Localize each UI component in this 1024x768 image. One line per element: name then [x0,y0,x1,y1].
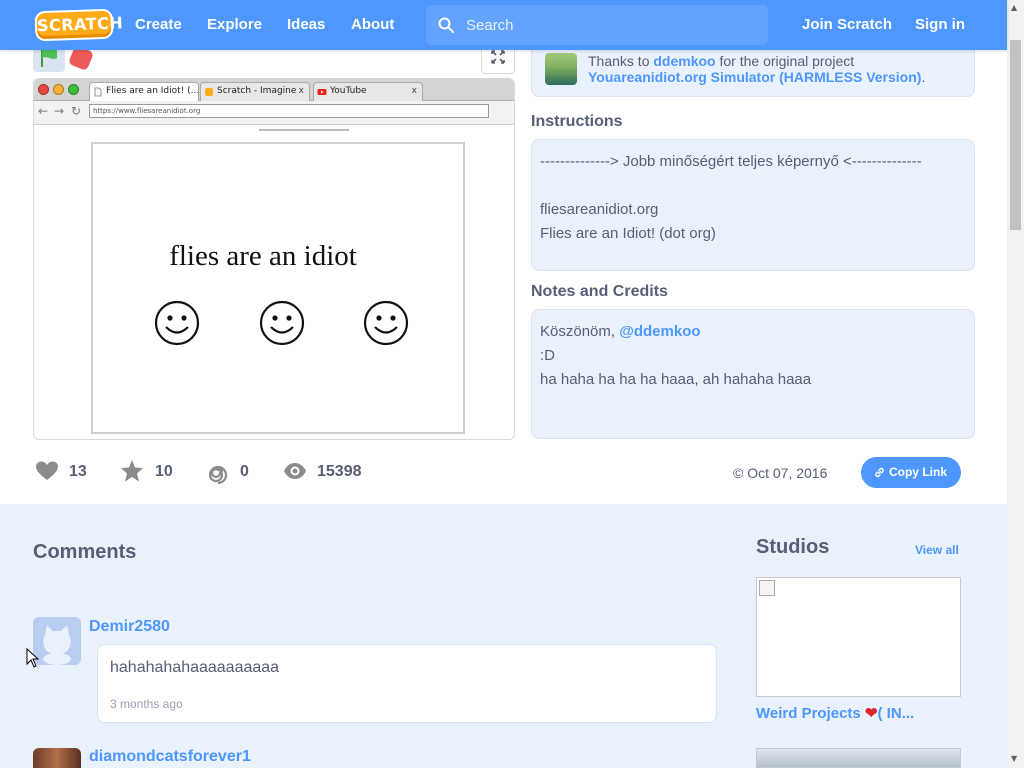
cat-avatar-icon [43,625,71,665]
eye-icon [284,463,306,479]
remix-project-link[interactable]: Youareanidiot.org Simulator (HARMLESS Ve… [588,69,921,85]
close-dot [38,84,49,95]
stage-title-text: flies are an idiot [169,240,357,272]
remix-prefix: Thanks to [588,53,650,69]
instructions-title: Instructions [531,113,623,130]
mouse-cursor-icon [26,648,40,668]
scrollbar-thumb[interactable] [1010,40,1021,230]
stage-tab-label: Scratch - Imagine [217,86,297,96]
back-arrow-icon: ← [38,104,49,118]
smiley-icon [363,300,409,346]
search-box[interactable] [426,5,768,45]
scroll-up-icon[interactable]: ▲ [1011,3,1017,12]
comments-title: Comments [33,541,137,563]
notes-line: ha haha ha ha ha haaa, ah hahaha haaa [540,371,812,388]
link-icon [875,467,884,478]
copy-link-button[interactable]: Copy Link [861,457,961,488]
studio-name: Weird Projects [756,705,861,722]
maximize-dot [68,84,79,95]
instructions-line [540,174,966,198]
comment-username[interactable]: diamondcatsforever1 [89,748,251,766]
scroll-down-icon[interactable]: ▼ [1011,754,1017,763]
remix-middle: for the original project [719,53,855,69]
tab-close-icon: x [298,86,304,96]
stage-tab-label: Flies are an Idiot! (... [106,86,199,96]
heart-icon[interactable] [34,458,60,484]
favorite-count: 10 [155,463,173,480]
shared-date: © Oct 07, 2016 [733,465,827,481]
smiley-icon [259,300,305,346]
instructions-line: --------------> Jobb minőségért teljes k… [540,153,922,170]
stage-browser-addressbar: ← → ↻ https://www.fliesareanidiot.org [34,101,514,125]
document-icon [94,87,102,97]
instructions-box: --------------> Jobb minőségért teljes k… [531,139,975,271]
forward-arrow-icon: → [54,104,65,118]
nav-ideas[interactable]: Ideas [287,0,325,50]
stage-url: https://www.fliesareanidiot.org [89,104,489,118]
search-icon [438,17,454,33]
studios-title: Studios [756,536,830,558]
join-scratch-link[interactable]: Join Scratch [802,0,892,50]
stage-inner-window: flies are an idiot [91,142,465,434]
original-project-thumbnail[interactable] [545,53,577,85]
stage-browser-tabbar: Flies are an Idiot! (... Scratch - Imagi… [34,79,514,101]
notes-line: Köszönöm, @ddemkoo [540,320,966,344]
remix-count: 0 [240,463,249,480]
notes-mention-link[interactable]: @ddemkoo [619,323,700,340]
comment-username[interactable]: Demir2580 [89,618,170,636]
studio-name-link[interactable]: Weird Projects ❤( IN... [756,704,914,722]
remix-credit-text: Thanks to ddemkoo for the original proje… [588,53,925,85]
stage-tab-flies: Flies are an Idiot! (... [89,82,199,101]
sign-in-link[interactable]: Sign in [915,0,965,50]
instructions-line: fliesareanidiot.org [540,201,659,218]
heart-emoji-icon: ❤ [864,705,878,722]
comment-time: 3 months ago [110,697,183,711]
project-stage[interactable]: Flies are an Idiot! (... Scratch - Imagi… [33,78,515,440]
remix-swirl-icon [208,465,228,484]
notes-line: :D [540,347,555,364]
remix-suffix: . [921,69,926,85]
love-count: 13 [69,463,87,480]
copyright-icon: © [733,465,744,481]
notes-thanks: Köszönöm, [540,323,616,340]
studio-thumbnail[interactable] [756,577,961,697]
stage-divider [259,129,349,131]
nav-create[interactable]: Create [135,0,182,50]
star-icon[interactable] [119,458,145,484]
view-count: 15398 [317,463,362,480]
date-value: Oct 07, 2016 [747,465,828,481]
minimize-dot [53,84,64,95]
copy-link-label: Copy Link [888,465,947,479]
top-navbar: SCRATCH Create Explore Ideas About Join … [0,0,1007,50]
broken-image-icon [759,580,775,596]
page-scrollbar[interactable]: ▲ ▼ [1007,0,1024,768]
scratch-favicon-icon [205,88,213,96]
remix-author-link[interactable]: ddemkoo [653,53,715,69]
project-header-area: Flies are an Idiot! (... Scratch - Imagi… [0,40,1007,504]
smiley-icon [154,300,200,346]
comment-bubble: hahahahahaaaaaaaaaa 3 months ago [97,644,717,723]
search-input[interactable] [466,5,756,45]
notes-title: Notes and Credits [531,283,668,300]
notes-box: Köszönöm, @ddemkoo :D ha haha ha ha ha h… [531,309,975,439]
studio-thumbnail[interactable] [756,748,961,768]
studio-name-suffix: ( IN... [877,705,915,722]
stage-tab-label: YouTube [330,86,367,96]
avatar[interactable] [33,617,81,665]
view-all-studios-link[interactable]: View all [915,543,959,557]
instructions-line: Flies are an Idiot! (dot org) [540,225,716,242]
stage-tab-scratch: Scratch - Imagine x [200,82,310,101]
avatar[interactable] [33,748,81,768]
comment-text: hahahahahaaaaaaaaaa [110,659,280,676]
scratch-logo[interactable]: SCRATCH [34,8,124,42]
stage-tab-youtube: YouTube x [313,82,423,101]
reload-icon: ↻ [71,104,82,118]
youtube-icon [317,89,327,95]
tab-close-icon: x [411,86,417,96]
nav-about[interactable]: About [351,0,394,50]
nav-explore[interactable]: Explore [207,0,262,50]
